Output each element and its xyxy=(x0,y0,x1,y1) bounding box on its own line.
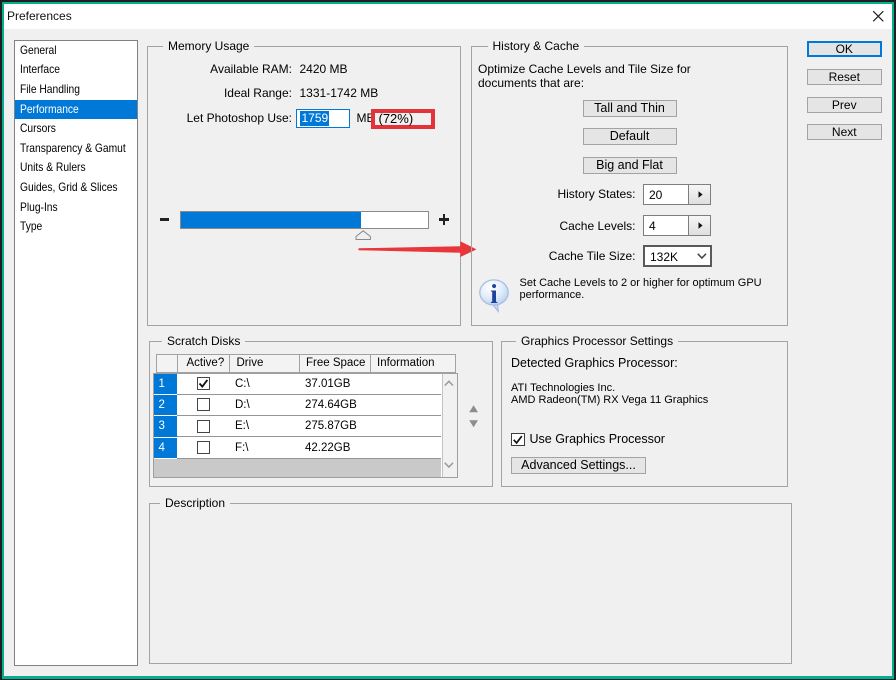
svg-text:i: i xyxy=(490,279,498,309)
